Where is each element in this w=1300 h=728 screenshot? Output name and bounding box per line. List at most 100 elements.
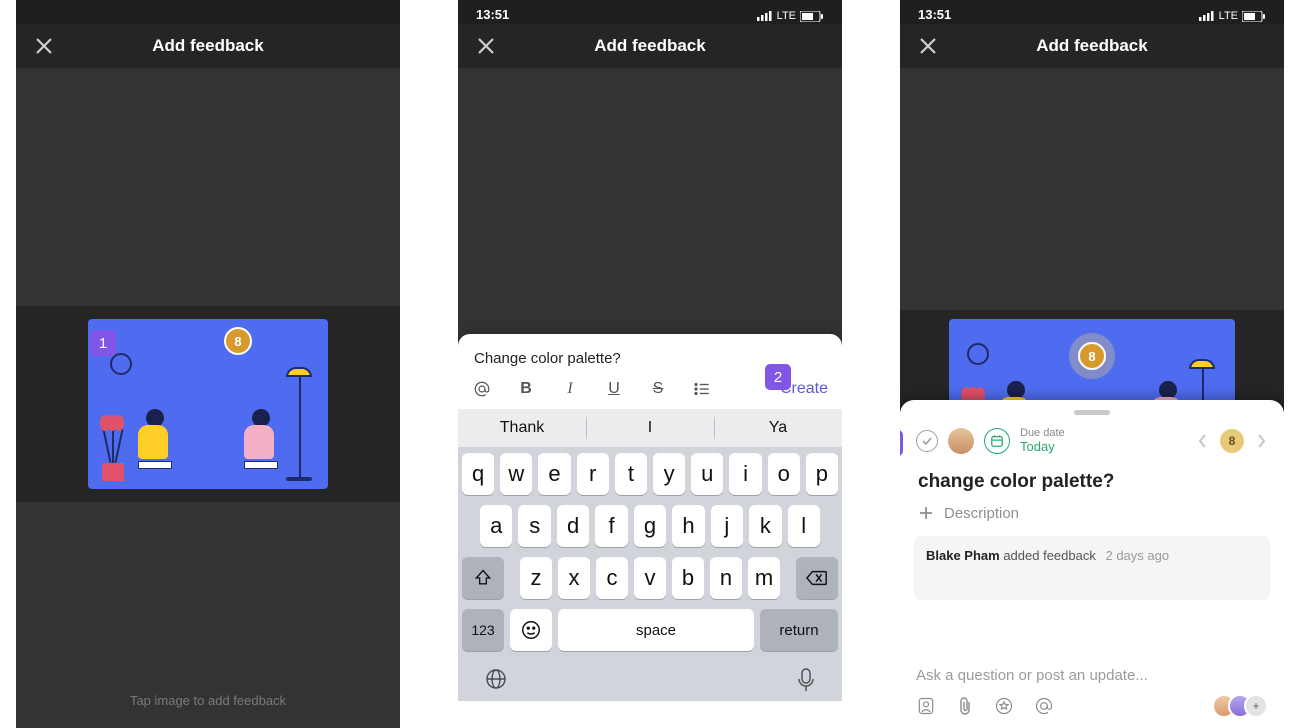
suggestion[interactable]: Ya — [714, 409, 842, 447]
signal-icon — [757, 11, 773, 21]
nav-bar: Add feedback — [458, 24, 842, 68]
key-w[interactable]: w — [500, 453, 532, 495]
suggestion[interactable]: I — [586, 409, 714, 447]
due-date-value: Today — [1020, 440, 1065, 455]
due-date-label: Due date — [1020, 427, 1065, 440]
feedback-count-badge[interactable]: 8 — [224, 327, 252, 355]
illustration-lamp — [286, 367, 314, 481]
shift-key[interactable] — [462, 557, 504, 599]
key-k[interactable]: k — [749, 505, 781, 547]
illustration-person-left — [138, 409, 172, 469]
close-button[interactable] — [32, 34, 56, 58]
emoji-key[interactable] — [510, 609, 552, 651]
key-q[interactable]: q — [462, 453, 494, 495]
strikethrough-icon[interactable]: S — [648, 379, 668, 399]
status-time: 13:51 — [918, 7, 951, 22]
task-sheet: Due date Today 8 change color palette? D… — [900, 400, 1284, 728]
task-meta-row: Due date Today 8 — [900, 427, 1284, 455]
key-b[interactable]: b — [672, 557, 704, 599]
close-button[interactable] — [474, 34, 498, 58]
feedback-count-pill: 8 — [1220, 429, 1244, 453]
key-r[interactable]: r — [577, 453, 609, 495]
backspace-key[interactable] — [796, 557, 838, 599]
illustration-person-right — [244, 409, 278, 469]
illustration-plant — [102, 423, 124, 481]
key-g[interactable]: g — [634, 505, 666, 547]
feedback-count-badge[interactable]: 8 — [1078, 342, 1106, 370]
italic-icon[interactable]: I — [560, 379, 580, 399]
space-key[interactable]: space — [558, 609, 754, 651]
battery-icon — [1242, 11, 1266, 22]
key-z[interactable]: z — [520, 557, 552, 599]
next-chevron-icon[interactable] — [1254, 433, 1268, 449]
activity-entry: Blake Pham added feedback 2 days ago — [914, 536, 1270, 600]
key-j[interactable]: j — [711, 505, 743, 547]
key-o[interactable]: o — [768, 453, 800, 495]
underline-icon[interactable]: U — [604, 379, 624, 399]
close-button[interactable] — [916, 34, 940, 58]
key-y[interactable]: y — [653, 453, 685, 495]
compose-sheet: Change color palette? B I U S Create Tha… — [458, 334, 842, 728]
globe-icon[interactable] — [484, 667, 508, 693]
mention-icon[interactable] — [1034, 696, 1054, 716]
calendar-icon[interactable] — [984, 428, 1010, 454]
key-t[interactable]: t — [615, 453, 647, 495]
keyboard-row-2: asdfghjkl — [462, 505, 838, 547]
key-m[interactable]: m — [748, 557, 780, 599]
mention-icon[interactable] — [472, 379, 492, 399]
nav-bar: Add feedback — [900, 24, 1284, 68]
key-f[interactable]: f — [595, 505, 627, 547]
return-key[interactable]: return — [760, 609, 838, 651]
key-i[interactable]: i — [729, 453, 761, 495]
step-badge-2: 2 — [765, 364, 791, 390]
contact-icon[interactable] — [916, 696, 936, 716]
key-l[interactable]: l — [788, 505, 820, 547]
key-u[interactable]: u — [691, 453, 723, 495]
assignee-avatar[interactable] — [948, 428, 974, 454]
status-right: LTE — [757, 10, 824, 22]
illustration-clock — [110, 353, 132, 375]
keyboard-row-3: zxcvbnm — [462, 557, 838, 599]
nav-title: Add feedback — [1036, 36, 1147, 56]
keyboard-row-bottom: 123 space return — [462, 609, 838, 651]
bold-icon[interactable]: B — [516, 379, 536, 399]
numbers-key[interactable]: 123 — [462, 609, 504, 651]
nav-title: Add feedback — [152, 36, 263, 56]
keyboard-row-1: qwertyuiop — [462, 453, 838, 495]
suggestion[interactable]: Thank — [458, 409, 586, 447]
activity-author: Blake Pham — [926, 548, 1000, 563]
complete-toggle[interactable] — [916, 430, 938, 452]
mic-icon[interactable] — [796, 667, 816, 693]
list-icon[interactable] — [692, 379, 712, 399]
key-x[interactable]: x — [558, 557, 590, 599]
key-e[interactable]: e — [538, 453, 570, 495]
attached-image-area[interactable]: 8 — [16, 306, 400, 502]
follower-avatars[interactable]: + — [1212, 694, 1268, 718]
key-a[interactable]: a — [480, 505, 512, 547]
status-bar: 13:51 LTE — [900, 0, 1284, 24]
due-date[interactable]: Due date Today — [1020, 427, 1065, 455]
step-badge-1: 1 — [90, 330, 116, 356]
battery-icon — [800, 11, 824, 22]
task-title[interactable]: change color palette? — [900, 455, 1284, 499]
tap-hint: Tap image to add feedback — [16, 693, 400, 708]
attachment-icon[interactable] — [956, 696, 974, 716]
star-icon[interactable] — [994, 696, 1014, 716]
attached-image[interactable]: 8 — [88, 319, 328, 489]
signal-icon — [1199, 11, 1215, 21]
compose-input[interactable]: Ask a question or post an update... — [916, 667, 1268, 684]
sheet-grabber[interactable] — [1074, 410, 1110, 415]
prev-chevron-icon[interactable] — [1196, 433, 1210, 449]
feedback-marker[interactable]: 8 — [1069, 333, 1115, 379]
network-label: LTE — [1219, 10, 1238, 22]
key-h[interactable]: h — [672, 505, 704, 547]
key-d[interactable]: d — [557, 505, 589, 547]
key-c[interactable]: c — [596, 557, 628, 599]
add-description[interactable]: Description — [900, 499, 1284, 536]
key-n[interactable]: n — [710, 557, 742, 599]
key-s[interactable]: s — [518, 505, 550, 547]
nav-bar: Add feedback — [16, 24, 400, 68]
key-v[interactable]: v — [634, 557, 666, 599]
phone-screen-1: Add feedback 8 — [16, 0, 400, 728]
key-p[interactable]: p — [806, 453, 838, 495]
